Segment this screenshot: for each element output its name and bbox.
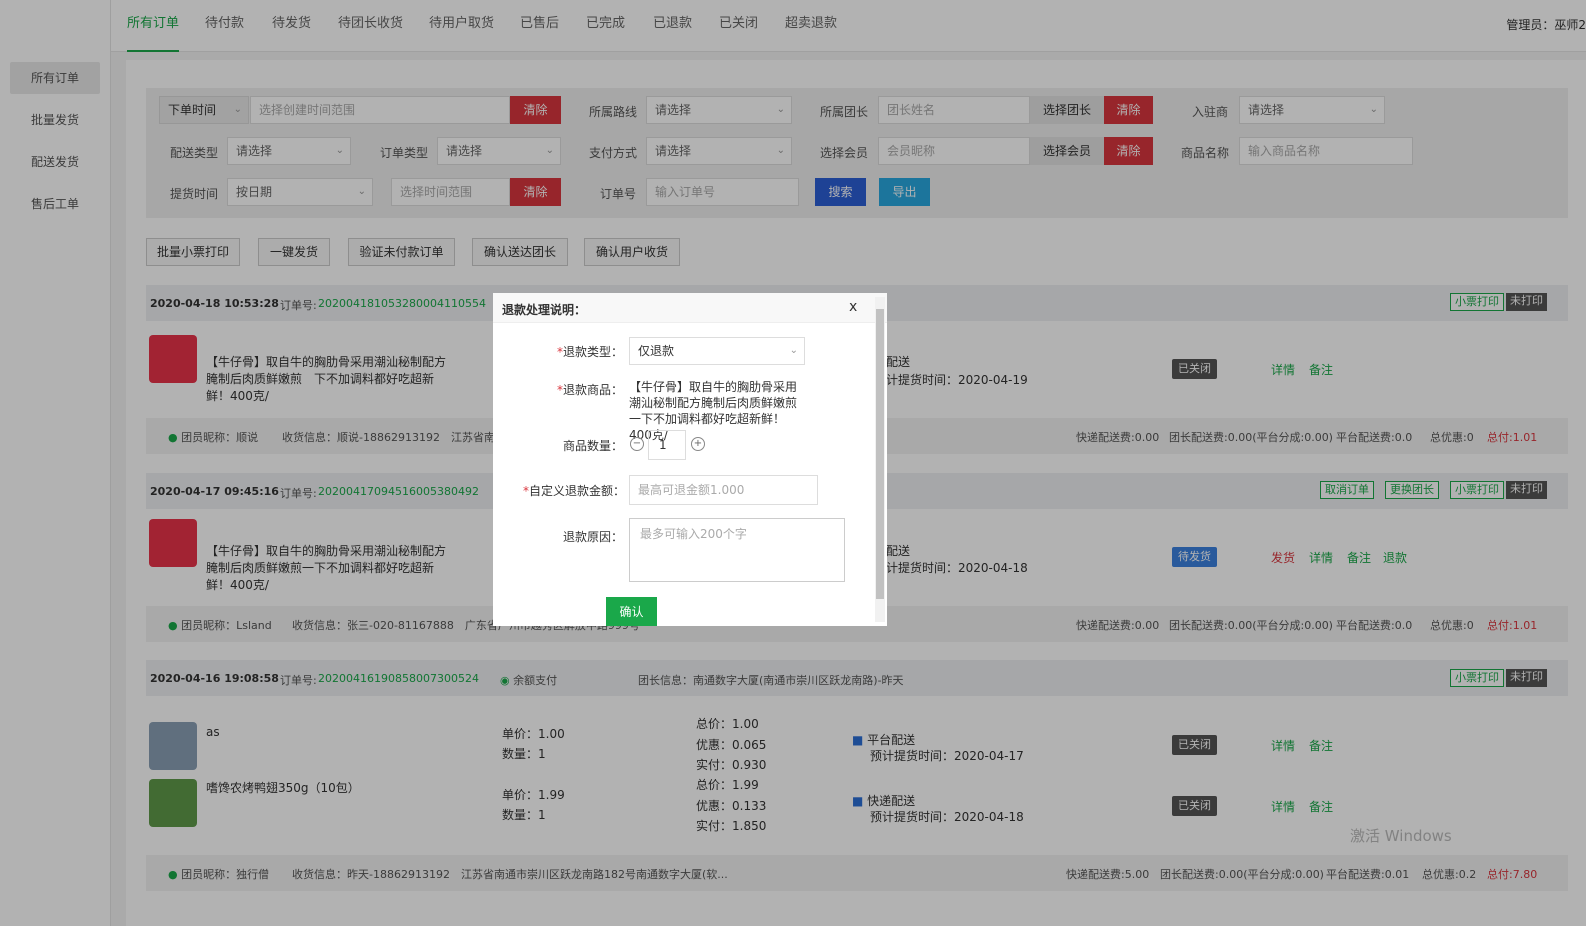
refund-type-label: *退款类型： xyxy=(557,343,623,360)
dialog-scrollbar[interactable] xyxy=(875,297,885,622)
dialog-title: 退款处理说明： xyxy=(502,303,587,317)
close-icon[interactable]: x xyxy=(849,299,857,315)
custom-amount-label: *自定义退款金额： xyxy=(523,482,625,499)
refund-product-label-text: 退款商品： xyxy=(563,383,624,397)
refund-amount-input[interactable]: 最高可退金额1.000 xyxy=(629,475,818,505)
custom-amount-label-text: 自定义退款金额： xyxy=(529,484,626,498)
quantity-input[interactable]: 1 xyxy=(648,430,686,460)
chevron-down-icon: ⌄ xyxy=(789,345,798,356)
refund-type-label-text: 退款类型： xyxy=(563,345,624,359)
refund-type-value: 仅退款 xyxy=(638,344,675,358)
dialog-header: 退款处理说明： x xyxy=(493,293,887,323)
refund-dialog: 退款处理说明： x *退款类型： 仅退款 ⌄ *退款商品： 【牛仔骨】取自牛的胸肋… xyxy=(493,293,887,626)
confirm-button[interactable]: 确认 xyxy=(606,597,657,626)
scrollbar-thumb[interactable] xyxy=(876,309,884,599)
minus-icon[interactable]: − xyxy=(630,437,644,451)
plus-icon[interactable]: + xyxy=(691,437,705,451)
refund-reason-label: 退款原因： xyxy=(563,530,624,544)
refund-product-label: *退款商品： xyxy=(557,381,623,398)
quantity-label: 商品数量： xyxy=(563,439,624,453)
refund-type-select[interactable]: 仅退款 ⌄ xyxy=(629,337,805,365)
refund-reason-textarea[interactable]: 最多可输入200个字 xyxy=(629,518,845,582)
